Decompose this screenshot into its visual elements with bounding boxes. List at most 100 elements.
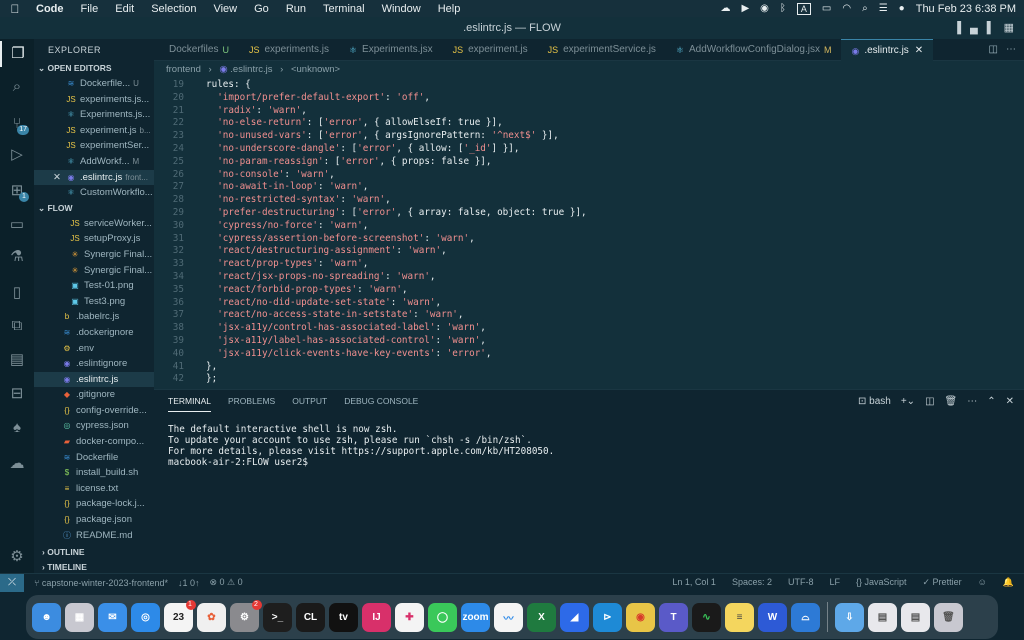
menu-file[interactable]: File (81, 3, 99, 15)
record-icon[interactable]: ◉ (760, 3, 769, 14)
search-icon[interactable]: ⌕ (0, 74, 34, 100)
bluetooth-icon[interactable]: ᛒ (780, 3, 786, 14)
breadcrumb-folder[interactable]: frontend (166, 64, 201, 75)
file-tree-item[interactable]: ◆ .gitignore (34, 387, 154, 403)
status-notifications-icon[interactable]: 🔔 (1003, 577, 1014, 588)
toggle-secondary-sidebar-icon[interactable]: ▌ (987, 17, 995, 39)
freeform-dock-icon[interactable]: 〰 (494, 602, 523, 632)
menu-code[interactable]: Code (36, 3, 64, 15)
toggle-panel-icon[interactable]: ▄ (970, 17, 978, 39)
sofa-dock-icon[interactable]: ⌓ (791, 602, 820, 632)
flow-folder-section-header[interactable]: ⌄ FLOW (34, 201, 154, 216)
safari-dock-icon[interactable]: ◎ (131, 602, 160, 632)
remote-indicator-icon[interactable]: ⤫ (0, 573, 24, 592)
tab-output[interactable]: OUTPUT (292, 390, 327, 412)
terminal-shell-selector[interactable]: ⊡ bash (858, 396, 891, 407)
open-editor-item[interactable]: JS experiment.js b... (34, 123, 154, 139)
database-icon[interactable]: ⊟ (0, 381, 34, 407)
maximize-panel-icon[interactable]: ⌃ (987, 396, 995, 407)
split-terminal-icon[interactable]: ◫ (925, 396, 934, 407)
new-terminal-icon[interactable]: +⌄ (901, 396, 915, 407)
terminal-output[interactable]: The default interactive shell is now zsh… (154, 412, 1024, 480)
run-debug-icon[interactable]: ▷ (0, 142, 34, 168)
status-cursor-position[interactable]: Ln 1, Col 1 (672, 577, 716, 588)
explorer-icon[interactable]: ❐ (0, 41, 34, 67)
vscode-dock-icon[interactable]: ⊳ (593, 602, 622, 632)
downloads-dock-icon[interactable]: ⇩ (835, 602, 864, 632)
editor-tab[interactable]: Dockerfiles U (154, 39, 239, 61)
teams-dock-icon[interactable]: T (659, 602, 688, 632)
excel-dock-icon[interactable]: X (527, 602, 556, 632)
tab-terminal[interactable]: TERMINAL (168, 390, 211, 412)
azure-data-studio-dock-icon[interactable]: ◢ (560, 602, 589, 632)
file-tree-item[interactable]: $ install_build.sh (34, 465, 154, 481)
file-tree-item[interactable]: ◉ .eslintignore (34, 356, 154, 372)
status-encoding[interactable]: UTF-8 (788, 577, 814, 588)
zoom-dock-icon[interactable]: zoom (461, 602, 490, 632)
open-editor-item[interactable]: ⚛ Experiments.js... (34, 107, 154, 123)
calendar-dock-icon[interactable]: 23 1 (164, 599, 196, 632)
editor-tab[interactable]: ◉ .eslintrc.js ✕ (841, 39, 934, 61)
open-editor-item[interactable]: ≋ Dockerfile... U (34, 76, 154, 92)
breadcrumb-file[interactable]: .eslintrc.js (230, 64, 272, 75)
open-editor-item[interactable]: ⚛ CustomWorkflo... (34, 185, 154, 201)
breadcrumb-symbol[interactable]: <unknown> (291, 64, 340, 75)
documents-dock-icon[interactable]: ▤ (868, 602, 897, 632)
tab-problems[interactable]: PROBLEMS (228, 390, 275, 412)
source-control-icon[interactable]: ⑂ 17 (0, 111, 34, 137)
open-editor-item[interactable]: ✕ ◉ .eslintrc.js front... (34, 169, 154, 186)
editor-tab[interactable]: ⚛ Experiments.jsx (339, 39, 443, 61)
file-tree-item[interactable]: ≡ license.txt (34, 481, 154, 497)
editor-tab[interactable]: JS experimentService.js (538, 39, 666, 61)
file-tree-item[interactable]: ◎ cypress.json (34, 418, 154, 434)
more-actions-icon[interactable]: ⋯ (1006, 39, 1016, 60)
code-editor[interactable]: 19 rules: {20 'import/prefer-default-expo… (154, 79, 1024, 389)
battery-icon[interactable]: ▭ (822, 3, 831, 14)
more-actions-icon[interactable]: ⋯ (967, 396, 977, 407)
open-editors-section-header[interactable]: ⌄ OPEN EDITORS (34, 61, 154, 76)
status-language[interactable]: {} JavaScript (856, 577, 907, 588)
messages-dock-icon[interactable]: ◯ (428, 602, 457, 632)
kill-terminal-icon[interactable]: 🗑 (945, 396, 958, 407)
file-tree-item[interactable]: JS setupProxy.js (34, 231, 154, 247)
open-editor-item[interactable]: ⚛ AddWorkf... M (34, 154, 154, 170)
chrome-dock-icon[interactable]: ◉ (626, 602, 655, 632)
control-center-icon[interactable]: ☰ (879, 3, 888, 14)
file-tree-item[interactable]: b .babelrc.js (34, 309, 154, 325)
toggle-primary-sidebar-icon[interactable]: ▐ (953, 17, 961, 39)
menu-run[interactable]: Run (286, 3, 306, 15)
menubar-clock[interactable]: Thu Feb 23 6:38 PM (916, 3, 1016, 15)
file-tree-item[interactable]: {} package.json (34, 512, 154, 528)
open-editor-item[interactable]: JS experimentSer... (34, 138, 154, 154)
clion-dock-icon[interactable]: CL (296, 602, 325, 632)
testing-icon[interactable]: ⚗ (0, 244, 34, 270)
menu-help[interactable]: Help (438, 3, 461, 15)
menu-terminal[interactable]: Terminal (323, 3, 365, 15)
mongodb-icon[interactable]: ♠ (0, 415, 34, 441)
extensions-icon[interactable]: ⊞ 1 (0, 178, 34, 204)
file-tree-item[interactable]: ▣ Test-01.png (34, 278, 154, 294)
bookmarks-icon[interactable]: ▯ (0, 280, 34, 306)
file-tree-item[interactable]: ≋ Dockerfile (34, 450, 154, 466)
status-eol[interactable]: LF (829, 577, 840, 588)
status-prettier[interactable]: ✓ Prettier (923, 577, 962, 588)
customize-layout-icon[interactable]: ▦ (1004, 17, 1014, 39)
menu-selection[interactable]: Selection (151, 3, 196, 15)
open-editor-item[interactable]: JS experiments.js... (34, 92, 154, 108)
status-problems[interactable]: ⊗ 0 ⚠ 0 (210, 577, 243, 588)
file-tree-item[interactable]: ▰ docker-compo... (34, 434, 154, 450)
word-dock-icon[interactable]: W (758, 602, 787, 632)
media-play-icon[interactable]: ▶ (741, 3, 749, 14)
photos-dock-icon[interactable]: ✿ (197, 602, 226, 632)
editor-tab[interactable]: JS experiments.js (239, 39, 339, 61)
menu-window[interactable]: Window (382, 3, 421, 15)
file-tree-item[interactable]: ✳ Synergic Final... (34, 247, 154, 263)
status-branch[interactable]: ⑂ capstone-winter-2023-frontend* (34, 578, 168, 588)
status-feedback-icon[interactable]: ☺ (978, 577, 987, 588)
editor-tab[interactable]: JS experiment.js (443, 39, 538, 61)
docker-containers-icon[interactable]: ⧉ (0, 313, 34, 339)
siri-icon[interactable]: ● (899, 3, 905, 14)
docker-icon[interactable]: ☁ (0, 451, 34, 477)
file-tree-item[interactable]: {} config-override... (34, 403, 154, 419)
file-tree-item[interactable]: ▣ Test3.png (34, 294, 154, 310)
